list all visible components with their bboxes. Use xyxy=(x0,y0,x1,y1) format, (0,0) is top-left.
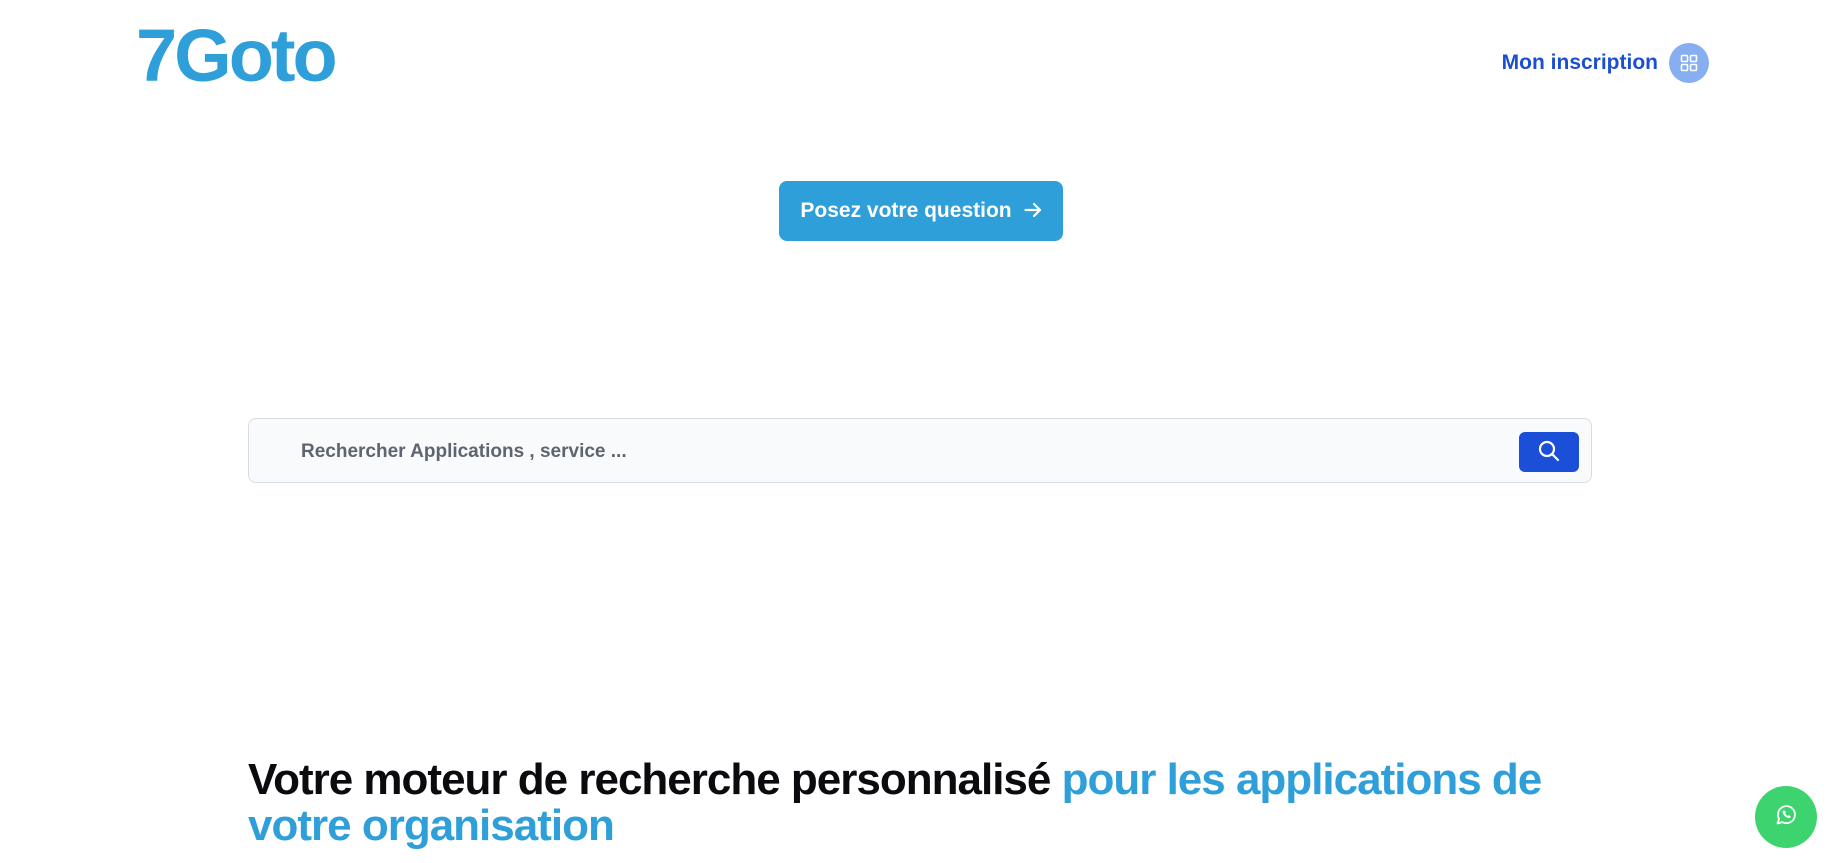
ask-question-label: Posez votre question xyxy=(800,199,1012,222)
arrow-right-icon xyxy=(1024,202,1042,221)
headline-main: Votre moteur de recherche personnalisé xyxy=(248,755,1062,804)
page: 7Goto Mon inscription Posez votre questi… xyxy=(0,0,1829,863)
signup-label: Mon inscription xyxy=(1501,51,1658,74)
whatsapp-chat-button[interactable] xyxy=(1755,786,1817,848)
search-icon xyxy=(1538,440,1560,465)
signup-link[interactable]: Mon inscription xyxy=(1502,43,1709,83)
ask-question-button[interactable]: Posez votre question xyxy=(779,181,1063,241)
logo[interactable]: 7Goto xyxy=(136,14,338,98)
hero-headline: Votre moteur de recherche personnalisé p… xyxy=(248,757,1548,849)
search-button[interactable] xyxy=(1519,432,1579,472)
search-bar xyxy=(248,418,1592,484)
search-input[interactable] xyxy=(299,419,1503,484)
grid-icon[interactable] xyxy=(1669,43,1709,83)
whatsapp-icon xyxy=(1774,803,1798,832)
